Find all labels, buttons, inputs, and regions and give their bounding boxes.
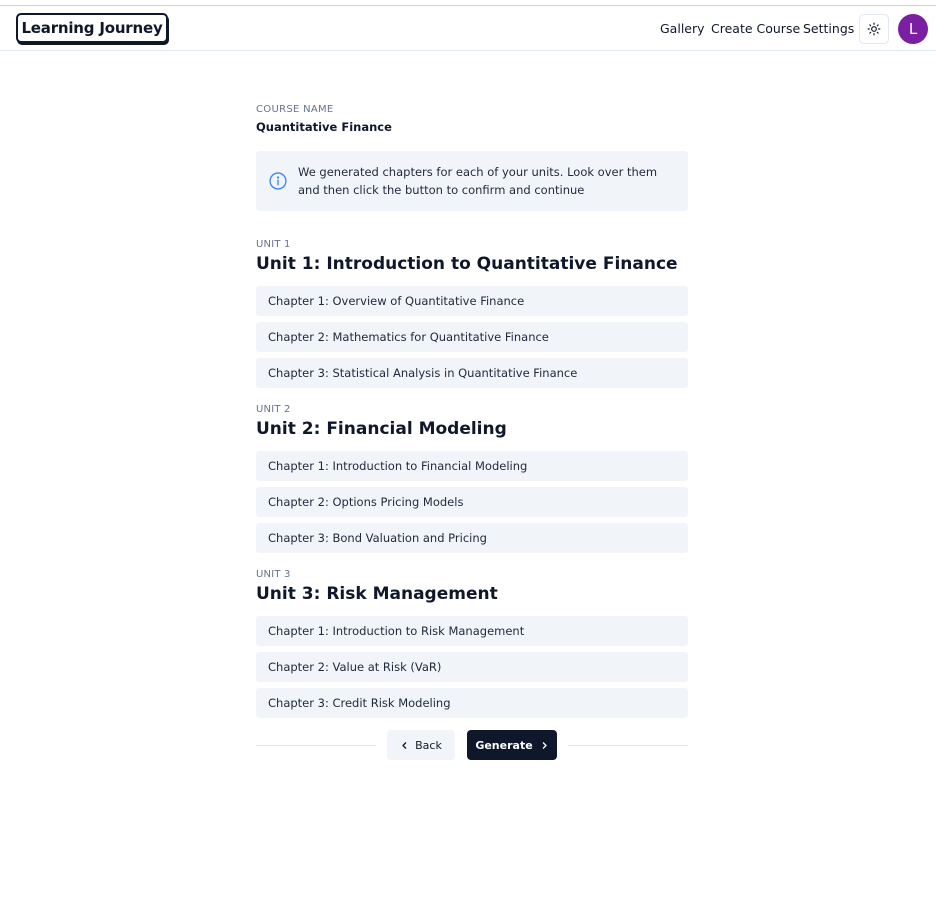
nav-settings[interactable]: Settings — [803, 21, 854, 37]
unit-title: Unit 1: Introduction to Quantitative Fin… — [256, 254, 678, 274]
info-alert: We generated chapters for each of your u… — [256, 151, 688, 211]
info-icon — [269, 172, 287, 190]
unit-label: UNIT 3 — [256, 569, 291, 580]
divider-right — [568, 745, 688, 746]
logo[interactable]: Learning Journey — [16, 13, 168, 43]
unit-title: Unit 2: Financial Modeling — [256, 419, 507, 439]
chapter-item: Chapter 1: Overview of Quantitative Fina… — [256, 286, 688, 316]
chapter-item: Chapter 3: Bond Valuation and Pricing — [256, 523, 688, 553]
unit-label: UNIT 2 — [256, 404, 291, 415]
sun-icon — [867, 22, 881, 36]
unit-title: Unit 3: Risk Management — [256, 584, 498, 604]
chapter-item: Chapter 2: Options Pricing Models — [256, 487, 688, 517]
avatar[interactable]: L — [898, 14, 928, 44]
back-button-label: Back — [415, 738, 442, 752]
course-name: Quantitative Finance — [256, 120, 392, 134]
back-button[interactable]: Back — [387, 730, 455, 760]
chevron-left-icon — [402, 741, 407, 749]
unit-label: UNIT 1 — [256, 239, 291, 250]
chevron-right-icon — [542, 741, 547, 749]
generate-button[interactable]: Generate — [467, 730, 557, 760]
chapter-item: Chapter 1: Introduction to Risk Manageme… — [256, 616, 688, 646]
chapter-item: Chapter 1: Introduction to Financial Mod… — [256, 451, 688, 481]
divider-left — [256, 745, 376, 746]
chapter-item: Chapter 3: Credit Risk Modeling — [256, 688, 688, 718]
chapter-item: Chapter 2: Mathematics for Quantitative … — [256, 322, 688, 352]
course-name-label: COURSE NAME — [256, 104, 334, 115]
generate-button-label: Generate — [475, 738, 533, 752]
chapter-item: Chapter 2: Value at Risk (VaR) — [256, 652, 688, 682]
chapter-item: Chapter 3: Statistical Analysis in Quant… — [256, 358, 688, 388]
theme-toggle-button[interactable] — [859, 14, 889, 44]
nav-gallery[interactable]: Gallery — [660, 21, 705, 37]
info-text: We generated chapters for each of your u… — [298, 165, 658, 197]
nav-create-course[interactable]: Create Course — [711, 21, 800, 37]
navbar: Learning Journey Gallery Create Course S… — [0, 6, 936, 51]
